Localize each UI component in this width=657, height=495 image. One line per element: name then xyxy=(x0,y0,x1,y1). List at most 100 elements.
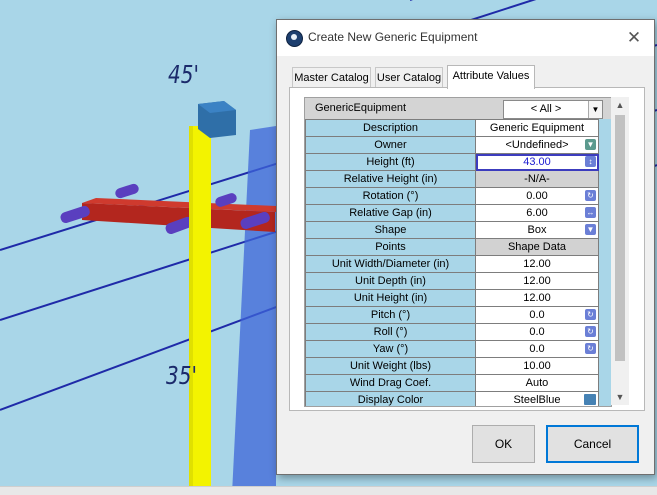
attribute-value-text: 0.0 xyxy=(529,326,545,338)
table-row[interactable]: Owner <Undefined> ▼ xyxy=(305,136,599,154)
attribute-name: Rotation (°) xyxy=(305,187,476,205)
rotate-icon[interactable]: ↻ xyxy=(585,343,596,354)
category-select-value: < All > xyxy=(530,103,562,115)
pole-height-label-45: 45' xyxy=(168,59,199,89)
attribute-value-text: 43.00 xyxy=(523,156,551,168)
pole-height-label-35: 35' xyxy=(166,360,197,390)
table-row[interactable]: Wind Drag Coef. Auto xyxy=(305,374,599,392)
attribute-name: Roll (°) xyxy=(305,323,476,341)
attribute-name: Unit Height (in) xyxy=(305,289,476,307)
table-row[interactable]: Height (ft) 43.00 ↕ xyxy=(305,153,599,171)
attribute-value[interactable]: 0.0 ↻ xyxy=(475,306,599,324)
dialog-title: Create New Generic Equipment xyxy=(308,30,478,44)
attribute-name: Description xyxy=(305,119,476,137)
attribute-name: Shape xyxy=(305,221,476,239)
app-icon xyxy=(286,30,303,47)
table-row[interactable]: Description Generic Equipment xyxy=(305,119,599,137)
attribute-name: Height (ft) xyxy=(305,153,476,171)
rotate-icon[interactable]: ↻ xyxy=(585,190,596,201)
table-row[interactable]: Unit Height (in) 12.00 xyxy=(305,289,599,307)
attribute-value[interactable]: 10.00 xyxy=(475,357,599,375)
attribute-grid: GenericEquipment < All > ▼ Description Ge… xyxy=(304,97,612,407)
table-row[interactable]: Pitch (°) 0.0 ↻ xyxy=(305,306,599,324)
attribute-name: Owner xyxy=(305,136,476,154)
ok-button[interactable]: OK xyxy=(472,425,535,463)
attribute-value[interactable]: <Undefined> ▼ xyxy=(475,136,599,154)
attribute-value-text: 0.00 xyxy=(526,190,548,202)
attribute-value: -N/A- xyxy=(475,170,599,188)
attribute-name: Yaw (°) xyxy=(305,340,476,358)
attribute-value-text: SteelBlue xyxy=(513,394,561,406)
tab-master-catalog[interactable]: Master Catalog xyxy=(292,67,371,88)
attribute-values-panel: GenericEquipment < All > ▼ Description Ge… xyxy=(289,87,645,411)
attribute-value[interactable]: 12.00 xyxy=(475,272,599,290)
attribute-value[interactable]: Auto xyxy=(475,374,599,392)
attribute-value-text: Box xyxy=(527,224,547,236)
grid-header: GenericEquipment < All > ▼ xyxy=(305,98,611,119)
create-equipment-dialog: Create New Generic Equipment ✕ Master Ca… xyxy=(276,19,655,475)
attribute-value[interactable]: 12.00 xyxy=(475,255,599,273)
grid-header-label: GenericEquipment xyxy=(315,102,407,114)
distant-pole xyxy=(232,126,276,494)
spinner-icon[interactable]: ↕ xyxy=(585,156,596,167)
attribute-value[interactable]: Generic Equipment xyxy=(475,119,599,137)
attribute-value[interactable]: 0.0 ↻ xyxy=(475,323,599,341)
attribute-name: Relative Gap (in) xyxy=(305,204,476,222)
table-row[interactable]: Yaw (°) 0.0 ↻ xyxy=(305,340,599,358)
attribute-value-text: Auto xyxy=(525,377,549,389)
table-row[interactable]: Unit Depth (in) 12.00 xyxy=(305,272,599,290)
attribute-value[interactable]: 0.0 ↻ xyxy=(475,340,599,358)
table-row[interactable]: Points Shape Data xyxy=(305,238,599,256)
rotate-icon[interactable]: ↻ xyxy=(585,309,596,320)
attribute-value-text: Generic Equipment xyxy=(489,122,585,134)
close-icon[interactable]: ✕ xyxy=(622,26,646,50)
attribute-value[interactable]: Box ▼ xyxy=(475,221,599,239)
attribute-value[interactable]: 0.00 ↻ xyxy=(475,187,599,205)
rotate-icon[interactable]: ↻ xyxy=(585,326,596,337)
scroll-down-icon[interactable]: ▼ xyxy=(611,389,629,405)
dropdown-icon[interactable]: ▼ xyxy=(585,139,596,150)
table-row[interactable]: Rotation (°) 0.00 ↻ xyxy=(305,187,599,205)
attribute-value-text: 6.00 xyxy=(526,207,548,219)
table-row[interactable]: Shape Box ▼ xyxy=(305,221,599,239)
scroll-thumb[interactable] xyxy=(615,115,625,361)
attribute-value-text: -N/A- xyxy=(524,173,550,185)
dropdown-icon[interactable]: ▼ xyxy=(585,224,596,235)
attribute-name: Wind Drag Coef. xyxy=(305,374,476,392)
tab-attribute-values[interactable]: Attribute Values xyxy=(447,65,535,89)
attribute-name: Points xyxy=(305,238,476,256)
cancel-button[interactable]: Cancel xyxy=(546,425,639,463)
category-select[interactable]: < All > ▼ xyxy=(503,100,603,119)
table-row[interactable]: Unit Width/Diameter (in) 12.00 xyxy=(305,255,599,273)
table-row[interactable]: Relative Gap (in) 6.00 ↔ xyxy=(305,204,599,222)
gap-arrows-icon[interactable]: ↔ xyxy=(585,207,596,218)
attribute-value: Shape Data xyxy=(475,238,599,256)
attribute-name: Display Color xyxy=(305,391,476,406)
attribute-value[interactable]: 43.00 ↕ xyxy=(475,153,599,171)
attribute-value-text: 0.0 xyxy=(529,309,545,321)
attribute-name: Relative Height (in) xyxy=(305,170,476,188)
color-swatch[interactable] xyxy=(584,394,596,405)
scroll-up-icon[interactable]: ▲ xyxy=(611,97,629,113)
attribute-value[interactable]: 6.00 ↔ xyxy=(475,204,599,222)
table-row[interactable]: Display Color SteelBlue xyxy=(305,391,599,406)
attribute-value-text: 10.00 xyxy=(523,360,551,372)
attribute-name: Unit Width/Diameter (in) xyxy=(305,255,476,273)
attribute-value[interactable]: SteelBlue xyxy=(475,391,599,406)
table-row[interactable]: Unit Weight (lbs) 10.00 xyxy=(305,357,599,375)
attribute-value-text: 12.00 xyxy=(523,275,551,287)
tab-user-catalog[interactable]: User Catalog xyxy=(375,67,443,88)
dialog-title-bar[interactable]: Create New Generic Equipment ✕ xyxy=(277,20,654,56)
attribute-value[interactable]: 12.00 xyxy=(475,289,599,307)
table-row[interactable]: Relative Height (in) -N/A- xyxy=(305,170,599,188)
chevron-down-icon[interactable]: ▼ xyxy=(588,101,602,118)
vertical-scrollbar[interactable]: ▲ ▼ xyxy=(611,97,629,405)
table-row[interactable]: Roll (°) 0.0 ↻ xyxy=(305,323,599,341)
attribute-value-text: <Undefined> xyxy=(505,139,569,151)
attribute-table: Description Generic Equipment Owner <Undefi… xyxy=(305,119,599,406)
attribute-value-text: 12.00 xyxy=(523,292,551,304)
attribute-value-text: Shape Data xyxy=(507,241,567,253)
attribute-value-text: 0.0 xyxy=(529,343,545,355)
attribute-name: Unit Weight (lbs) xyxy=(305,357,476,375)
pole-shade xyxy=(189,126,193,494)
